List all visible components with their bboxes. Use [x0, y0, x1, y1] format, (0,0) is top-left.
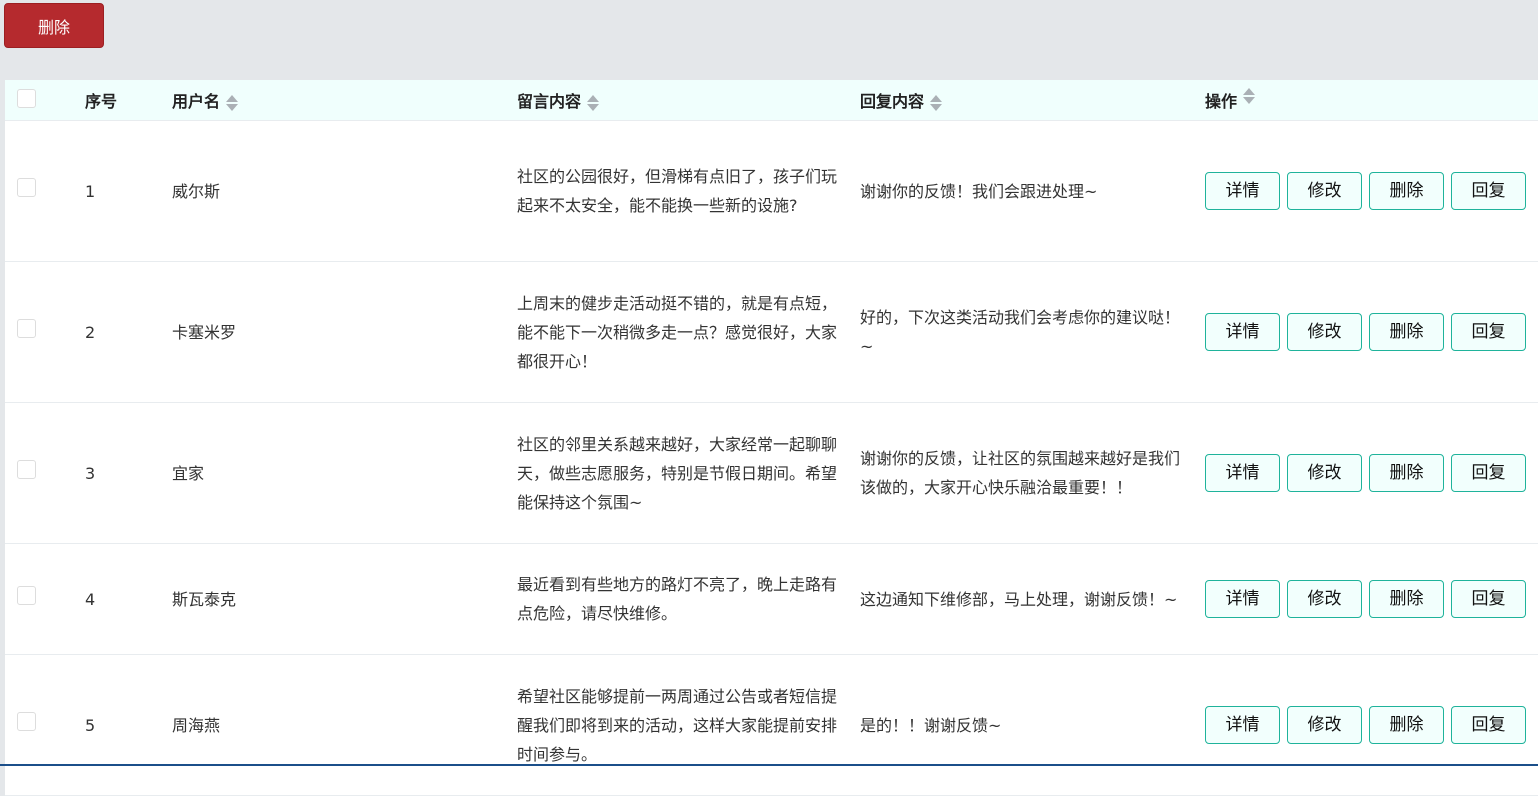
cell-reply: 谢谢你的反馈，让社区的氛围越来越好是我们该做的，大家开心快乐融洽最重要！！ — [860, 449, 1181, 497]
table-row: 3 宜家 社区的邻里关系越来越好，大家经常一起聊聊天，做些志愿服务，特别是节假日… — [5, 403, 1538, 544]
message-table: 序号 用户名 留言内容 回复内容 操作 1 威尔斯 社区的公园很好，但滑梯有点旧… — [5, 80, 1538, 796]
reply-button[interactable]: 回复 — [1451, 706, 1526, 744]
cell-index: 4 — [85, 589, 96, 609]
cell-message: 最近看到有些地方的路灯不亮了，晚上走路有点危险，请尽快维修。 — [517, 575, 838, 623]
row-checkbox[interactable] — [17, 177, 36, 197]
row-checkbox[interactable] — [17, 711, 36, 731]
row-checkbox[interactable] — [17, 585, 36, 605]
row-checkbox[interactable] — [17, 318, 36, 338]
header-index: 序号 — [85, 88, 172, 112]
cell-reply: 谢谢你的反馈！我们会跟进处理~ — [860, 181, 1098, 201]
sort-icon[interactable] — [930, 94, 943, 111]
delete-button[interactable]: 删除 — [1369, 313, 1444, 351]
cell-reply: 好的，下次这类活动我们会考虑你的建议哒！~ — [860, 308, 1181, 356]
reply-button[interactable]: 回复 — [1451, 313, 1526, 351]
sort-icon[interactable] — [1243, 88, 1256, 104]
cell-index: 5 — [85, 715, 96, 735]
cell-reply: 是的！！谢谢反馈~ — [860, 715, 1002, 735]
detail-button[interactable]: 详情 — [1205, 313, 1280, 351]
table-row: 4 斯瓦泰克 最近看到有些地方的路灯不亮了，晚上走路有点危险，请尽快维修。 这边… — [5, 544, 1538, 655]
cell-reply: 这边通知下维修部，马上处理，谢谢反馈！~ — [860, 589, 1178, 609]
header-label: 操作 — [1205, 92, 1238, 111]
table-row: 5 周海燕 希望社区能够提前一两周通过公告或者短信提醒我们即将到来的活动，这样大… — [5, 655, 1538, 796]
cell-index: 2 — [85, 322, 96, 342]
cell-message: 社区的邻里关系越来越好，大家经常一起聊聊天，做些志愿服务，特别是节假日期间。希望… — [517, 434, 838, 512]
edit-button[interactable]: 修改 — [1287, 313, 1362, 351]
header-label: 用户名 — [172, 92, 221, 111]
header-username[interactable]: 用户名 — [172, 88, 517, 112]
cell-message: 希望社区能够提前一两周通过公告或者短信提醒我们即将到来的活动，这样大家能提前安排… — [517, 686, 838, 764]
cell-username: 宜家 — [172, 463, 205, 483]
delete-button[interactable]: 删除 — [1369, 454, 1444, 492]
header-label: 留言内容 — [517, 92, 582, 111]
reply-button[interactable]: 回复 — [1451, 454, 1526, 492]
cell-username: 威尔斯 — [172, 181, 221, 201]
delete-button[interactable]: 删除 — [1369, 706, 1444, 744]
detail-button[interactable]: 详情 — [1205, 172, 1280, 210]
cell-username: 卡塞米罗 — [172, 322, 237, 342]
select-all-checkbox[interactable] — [17, 88, 36, 108]
header-label: 序号 — [85, 92, 118, 111]
cell-actions: 详情 修改 删除 回复 — [1205, 580, 1538, 618]
detail-button[interactable]: 详情 — [1205, 580, 1280, 618]
reply-button[interactable]: 回复 — [1451, 172, 1526, 210]
edit-button[interactable]: 修改 — [1287, 580, 1362, 618]
cell-actions: 详情 修改 删除 回复 — [1205, 706, 1538, 744]
cell-message: 社区的公园很好，但滑梯有点旧了，孩子们玩起来不太安全，能不能换一些新的设施? — [517, 167, 838, 215]
edit-button[interactable]: 修改 — [1287, 706, 1362, 744]
cell-username: 斯瓦泰克 — [172, 589, 237, 609]
bulk-delete-button[interactable]: 删除 — [4, 3, 104, 48]
sort-icon[interactable] — [226, 94, 239, 111]
reply-button[interactable]: 回复 — [1451, 580, 1526, 618]
row-checkbox[interactable] — [17, 459, 36, 479]
edit-button[interactable]: 修改 — [1287, 454, 1362, 492]
detail-button[interactable]: 详情 — [1205, 454, 1280, 492]
cell-index: 3 — [85, 463, 96, 483]
cell-actions: 详情 修改 删除 回复 — [1205, 454, 1538, 492]
cell-index: 1 — [85, 181, 96, 201]
delete-button[interactable]: 删除 — [1369, 172, 1444, 210]
header-actions[interactable]: 操作 — [1205, 88, 1538, 112]
table-row: 2 卡塞米罗 上周末的健步走活动挺不错的，就是有点短，能不能下一次稍微多走一点？… — [5, 262, 1538, 403]
table-header: 序号 用户名 留言内容 回复内容 操作 — [5, 80, 1538, 121]
header-reply[interactable]: 回复内容 — [860, 88, 1205, 112]
cell-username: 周海燕 — [172, 715, 221, 735]
cell-actions: 详情 修改 删除 回复 — [1205, 172, 1538, 210]
table-row: 1 威尔斯 社区的公园很好，但滑梯有点旧了，孩子们玩起来不太安全，能不能换一些新… — [5, 121, 1538, 262]
cell-message: 上周末的健步走活动挺不错的，就是有点短，能不能下一次稍微多走一点？感觉很好，大家… — [517, 293, 838, 371]
edit-button[interactable]: 修改 — [1287, 172, 1362, 210]
sort-icon[interactable] — [587, 94, 600, 111]
cell-actions: 详情 修改 删除 回复 — [1205, 313, 1538, 351]
header-message[interactable]: 留言内容 — [517, 88, 860, 112]
detail-button[interactable]: 详情 — [1205, 706, 1280, 744]
header-label: 回复内容 — [860, 92, 925, 111]
delete-button[interactable]: 删除 — [1369, 580, 1444, 618]
